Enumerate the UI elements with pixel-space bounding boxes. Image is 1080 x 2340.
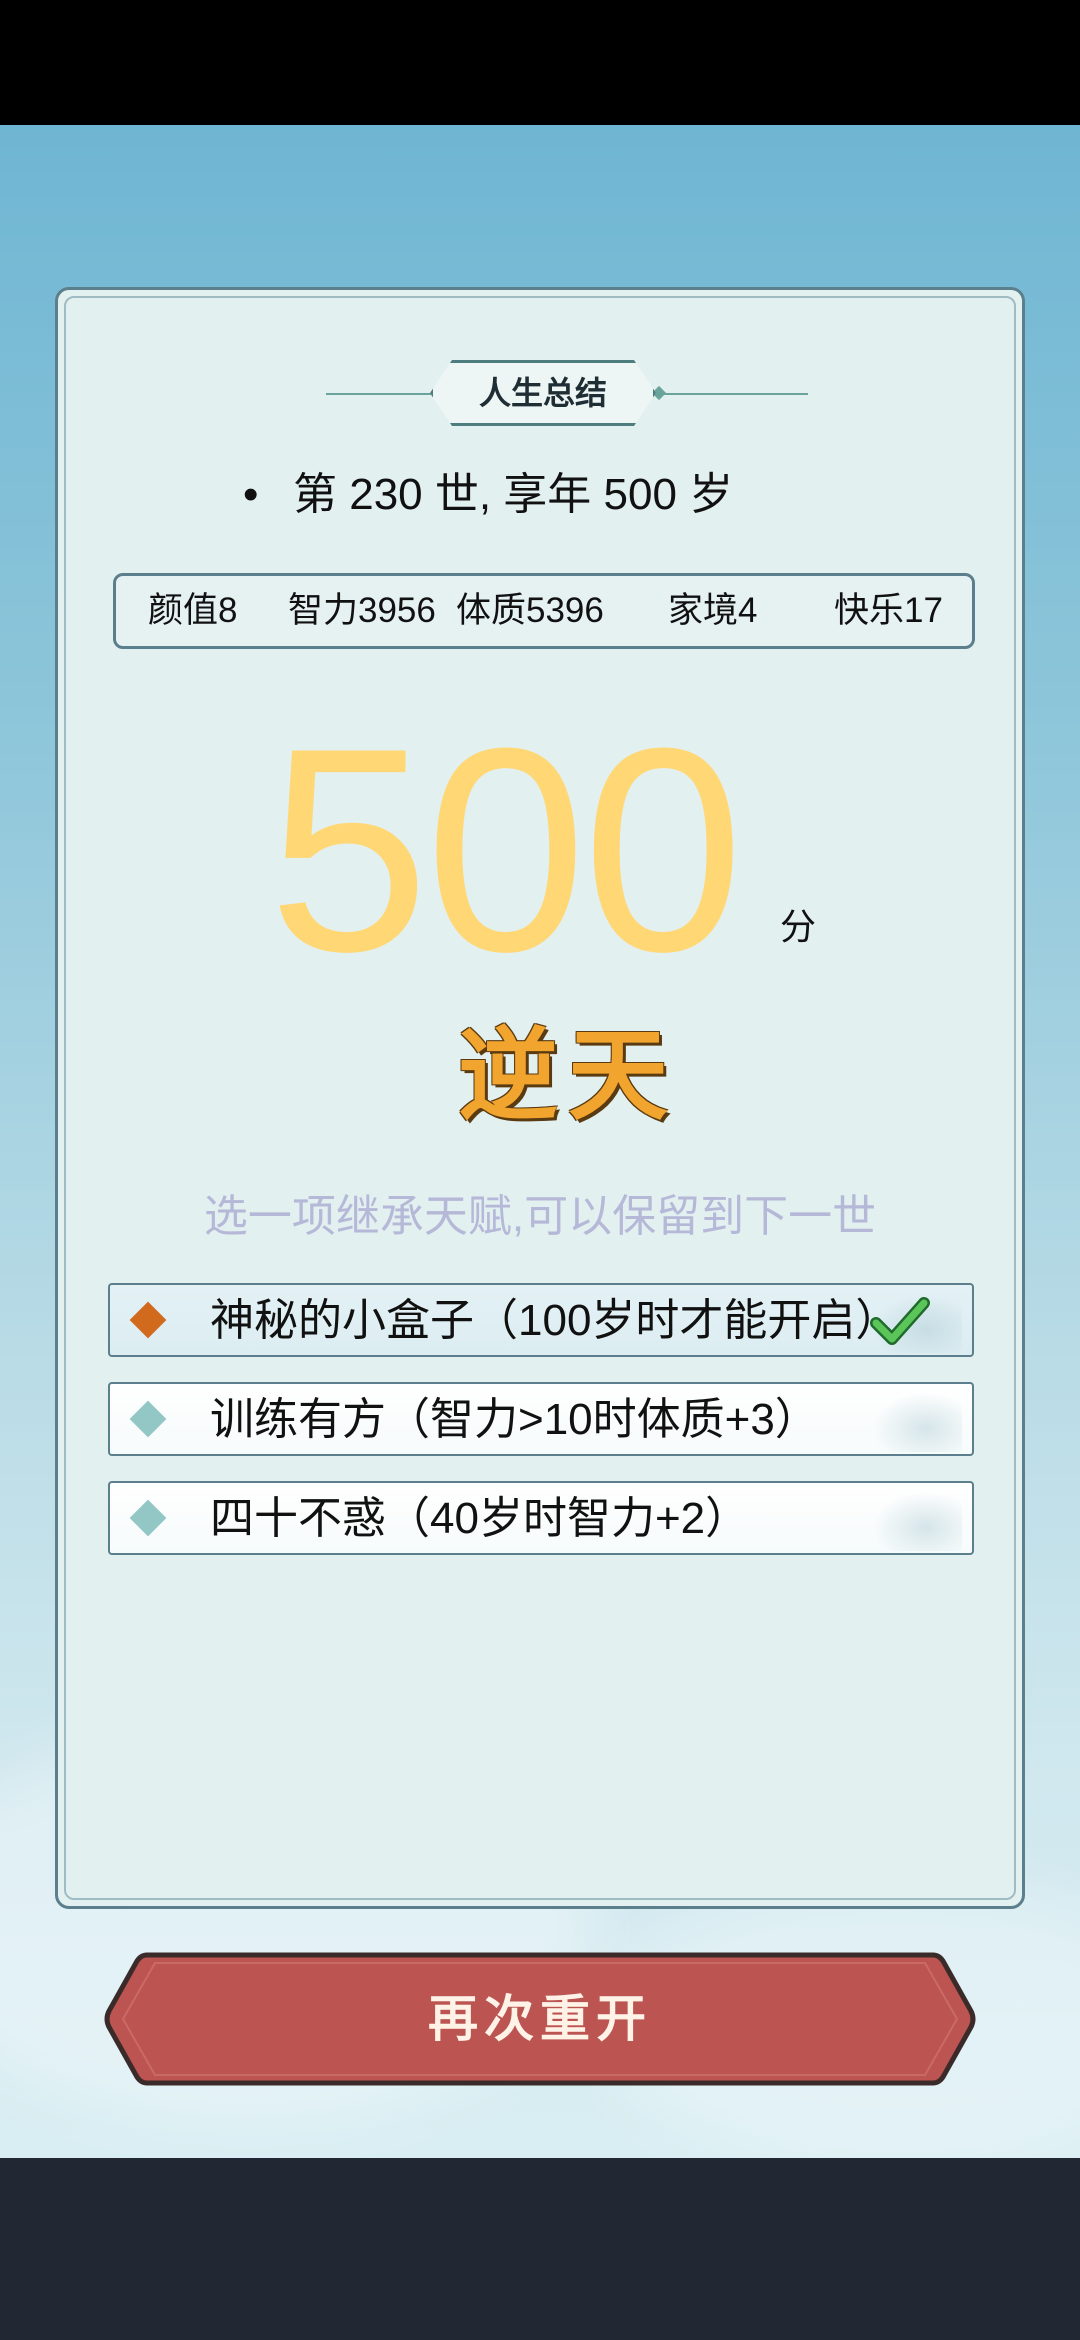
restart-button[interactable]: 再次重开 (103, 1951, 977, 2087)
diamond-icon (129, 1400, 167, 1438)
stat-constitution: 体质5396 (456, 591, 604, 630)
stat-happiness: 快乐17 (834, 591, 943, 630)
score-rank: 逆天 (458, 1016, 678, 1134)
inherit-prompt: 选一项继承天赋,可以保留到下一世 (203, 1192, 877, 1241)
summary-panel: 人生总结 • 第 230 世, 享年 500 岁 颜值8 智力3956 体质539… (55, 287, 1025, 1909)
talent-label: 四十不惑（40岁时智力+2） (210, 1494, 750, 1543)
title-divider-right (658, 393, 808, 395)
summary-title-banner: 人生总结 (58, 360, 1022, 430)
bamboo-leaf-decoration (872, 1491, 962, 1551)
stat-family: 家境4 (668, 591, 758, 630)
stat-intelligence: 智力3956 (288, 591, 436, 630)
bamboo-leaf-decoration (872, 1392, 962, 1452)
stat-appearance: 颜值8 (148, 591, 238, 630)
diamond-icon (129, 1499, 167, 1537)
navigation-bar (0, 2158, 1080, 2340)
talent-label: 训练有方（智力>10时体质+3） (210, 1395, 819, 1444)
bullet-icon: • (243, 470, 259, 519)
screen: 人生总结 • 第 230 世, 享年 500 岁 颜值8 智力3956 体质539… (0, 0, 1080, 2340)
final-score: 500 (268, 688, 744, 1012)
check-icon (870, 1297, 930, 1345)
life-line: • 第 230 世, 享年 500 岁 (243, 465, 733, 525)
life-line-text: 第 230 世, 享年 500 岁 (293, 470, 734, 519)
summary-title: 人生总结 (478, 374, 607, 412)
score-unit: 分 (780, 907, 817, 948)
talent-option-2[interactable]: 训练有方（智力>10时体质+3） (108, 1382, 974, 1456)
status-bar (0, 0, 1080, 125)
talent-option-1[interactable]: 神秘的小盒子（100岁时才能开启） (108, 1283, 974, 1357)
diamond-icon (129, 1301, 167, 1339)
stats-box: 颜值8 智力3956 体质5396 家境4 快乐17 (113, 573, 975, 649)
talent-option-3[interactable]: 四十不惑（40岁时智力+2） (108, 1481, 974, 1555)
talent-label: 神秘的小盒子（100岁时才能开启） (210, 1296, 900, 1345)
